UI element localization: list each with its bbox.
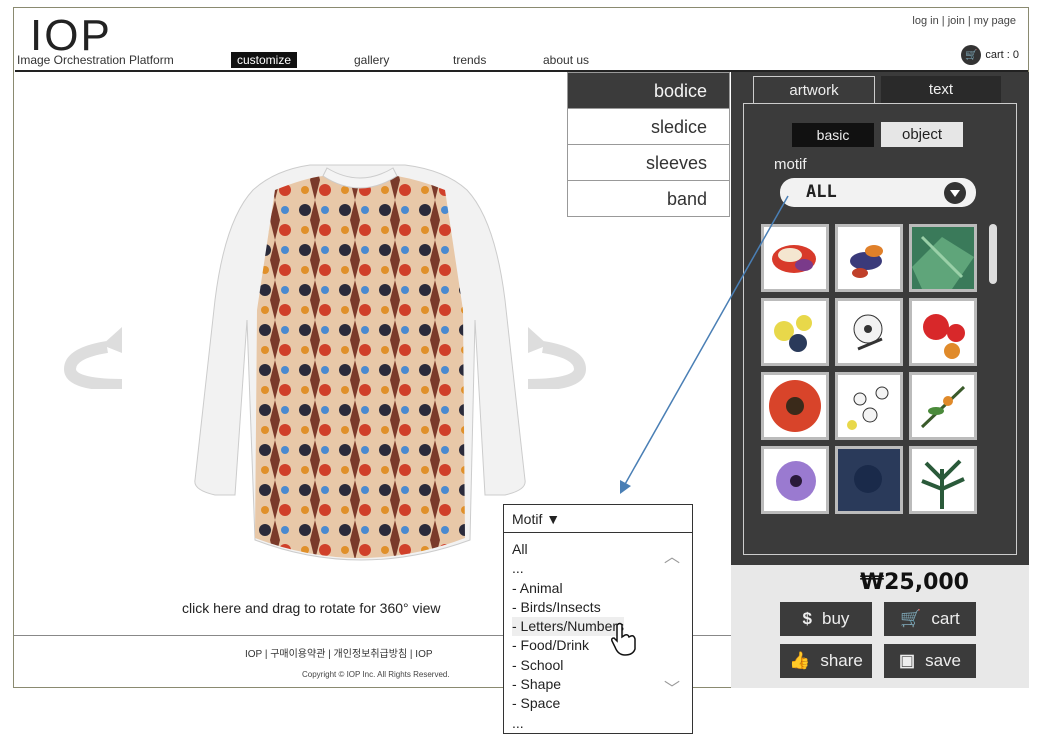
motif-thumb[interactable]: [835, 446, 903, 514]
nav-trends[interactable]: trends: [447, 52, 492, 68]
mypage-link[interactable]: my page: [974, 15, 1016, 27]
rotate-right-icon[interactable]: [518, 317, 588, 389]
motif-thumb[interactable]: [909, 372, 977, 440]
user-links: log in | join | my page: [912, 15, 1016, 27]
cart-icon: 🛒: [900, 609, 922, 628]
part-sleeves[interactable]: sleeves: [568, 145, 729, 181]
motif-option[interactable]: - Shape: [512, 675, 624, 694]
motif-thumb[interactable]: [909, 298, 977, 366]
hand-cursor-icon: [611, 622, 636, 656]
tab-text[interactable]: text: [881, 76, 1001, 104]
motif-option[interactable]: - Animal: [512, 579, 624, 598]
price: ₩25,000: [859, 570, 969, 595]
motif-option[interactable]: - Food/Drink: [512, 636, 624, 655]
motif-dropdown-popup: Motif ▼ All ... - Animal - Birds/Insects…: [503, 504, 693, 734]
motif-option[interactable]: - School: [512, 656, 624, 675]
motif-thumb[interactable]: [835, 372, 903, 440]
purchase-area: ₩25,000 $ buy 🛒 cart 👍 share ▣ save: [731, 565, 1029, 688]
share-label: share: [820, 651, 863, 670]
cart-icon: 🛒: [961, 45, 982, 65]
copyright: Copyright © IOP Inc. All Rights Reserved…: [302, 670, 450, 679]
buy-label: buy: [822, 609, 850, 628]
logo[interactable]: IOP: [30, 14, 112, 58]
motif-thumb[interactable]: [835, 298, 903, 366]
floppy-icon: ▣: [899, 651, 916, 670]
cart-count: cart : 0: [985, 49, 1019, 61]
part-sledice[interactable]: sledice: [568, 109, 729, 145]
cart-label: cart: [931, 609, 960, 628]
motif-label: motif: [774, 156, 807, 173]
shirt-preview[interactable]: [175, 160, 545, 580]
header-cart[interactable]: 🛒 cart : 0: [961, 45, 1019, 65]
nav-gallery[interactable]: gallery: [348, 52, 395, 68]
motif-option-selected[interactable]: - Letters/Numbers: [512, 617, 625, 637]
motif-option[interactable]: All: [512, 540, 624, 559]
chevron-down-icon: [944, 182, 966, 204]
logo-subtitle: Image Orchestration Platform: [17, 53, 174, 67]
save-label: save: [925, 651, 961, 670]
thumbs-up-icon: 👍: [789, 651, 811, 670]
motif-select-value: ALL: [806, 182, 837, 202]
motif-option: ...: [512, 714, 524, 731]
tab-artwork[interactable]: artwork: [753, 76, 875, 104]
motif-thumb[interactable]: [909, 446, 977, 514]
part-bodice[interactable]: bodice: [568, 73, 729, 109]
subtab-basic[interactable]: basic: [792, 123, 874, 147]
subtab-object[interactable]: object: [881, 122, 963, 147]
chevron-up-icon[interactable]: ︿: [664, 543, 680, 567]
footer-links[interactable]: IOP | 구매이용약관 | 개인정보취급방침 | IOP: [245, 645, 433, 660]
annotation-arrow: [620, 195, 789, 494]
motif-popup-title[interactable]: Motif ▼: [504, 505, 692, 533]
rotate-left-icon[interactable]: [62, 317, 132, 389]
motif-thumb[interactable]: [909, 224, 977, 292]
dollar-icon: $: [802, 609, 813, 628]
motif-option[interactable]: - Birds/Insects: [512, 598, 624, 617]
share-button[interactable]: 👍 share: [780, 644, 872, 678]
motif-thumb[interactable]: [835, 224, 903, 292]
login-link[interactable]: log in: [912, 15, 938, 27]
cart-button[interactable]: 🛒 cart: [884, 602, 976, 636]
nav-customize[interactable]: customize: [231, 52, 298, 68]
motif-options-list: All ... - Animal - Birds/Insects - Lette…: [512, 540, 625, 733]
motif-option: ...: [512, 560, 524, 577]
save-button[interactable]: ▣ save: [884, 644, 976, 678]
motif-option[interactable]: - Space: [512, 694, 624, 713]
motif-select[interactable]: ALL: [780, 178, 976, 207]
join-link[interactable]: join: [948, 15, 965, 27]
buy-button[interactable]: $ buy: [780, 602, 872, 636]
motif-scrollbar[interactable]: [989, 224, 997, 284]
rotate-hint: click here and drag to rotate for 360° v…: [182, 600, 441, 616]
chevron-down-icon[interactable]: ﹀: [664, 675, 680, 699]
nav-about-us[interactable]: about us: [537, 52, 595, 68]
